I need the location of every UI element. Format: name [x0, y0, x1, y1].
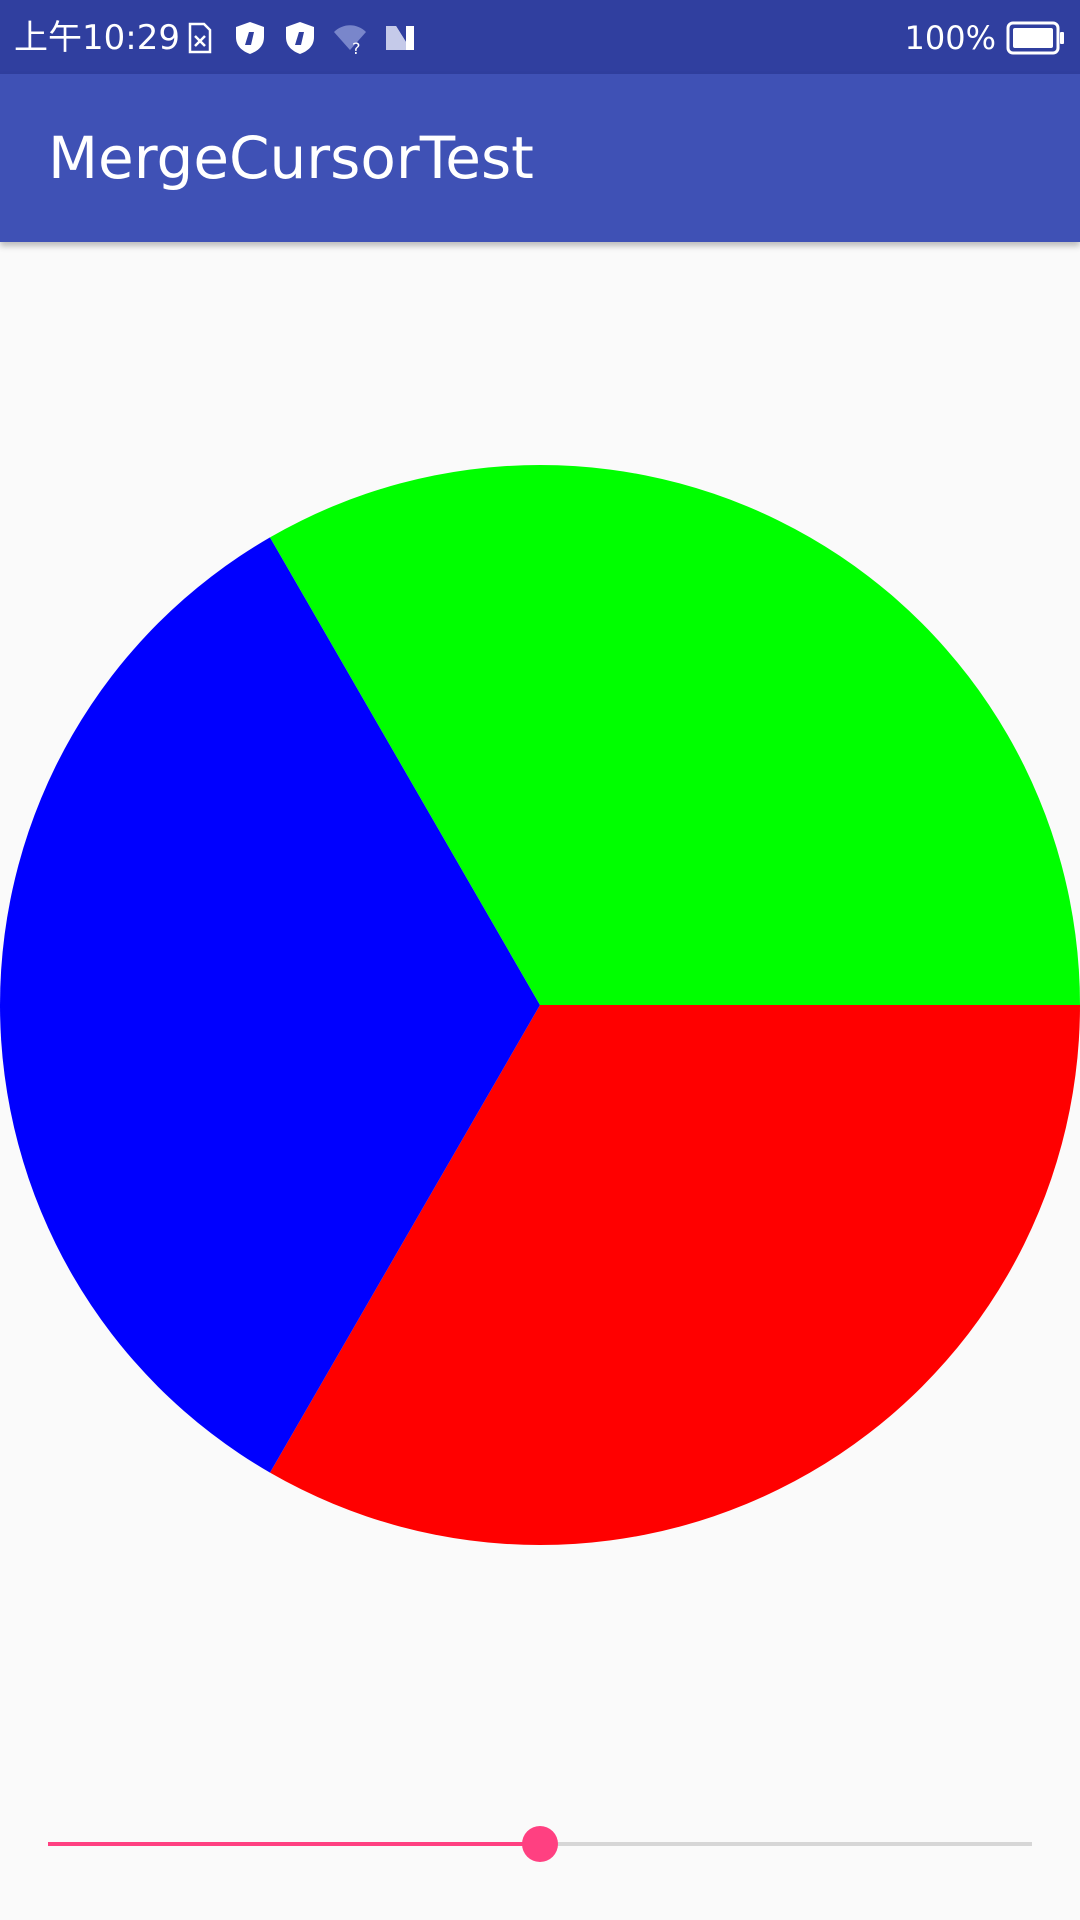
- status-right: 100%: [905, 18, 1066, 58]
- app-bar: MergeCursorTest: [0, 74, 1080, 242]
- shield-b-icon: [286, 22, 314, 54]
- seekbar-thumb[interactable]: [522, 1826, 558, 1862]
- battery-full-icon: [1006, 21, 1064, 55]
- pie-chart: [0, 465, 1080, 1545]
- status-time: 上午10:29: [14, 18, 180, 58]
- svg-text:?: ?: [352, 39, 361, 56]
- sim-missing-icon: [188, 22, 212, 54]
- shield-a-icon: [236, 22, 264, 54]
- nfc-icon: [386, 26, 414, 50]
- status-bar: 上午10:29 ? 100%: [0, 0, 1080, 74]
- battery-percent: 100%: [904, 19, 996, 57]
- seekbar-progress: [48, 1842, 540, 1846]
- wifi-unknown-icon: ?: [334, 25, 366, 56]
- status-icons: ?: [182, 18, 418, 58]
- app-title: MergeCursorTest: [48, 124, 534, 192]
- pie-chart-svg: [0, 465, 1080, 1545]
- seekbar[interactable]: [48, 1816, 1032, 1872]
